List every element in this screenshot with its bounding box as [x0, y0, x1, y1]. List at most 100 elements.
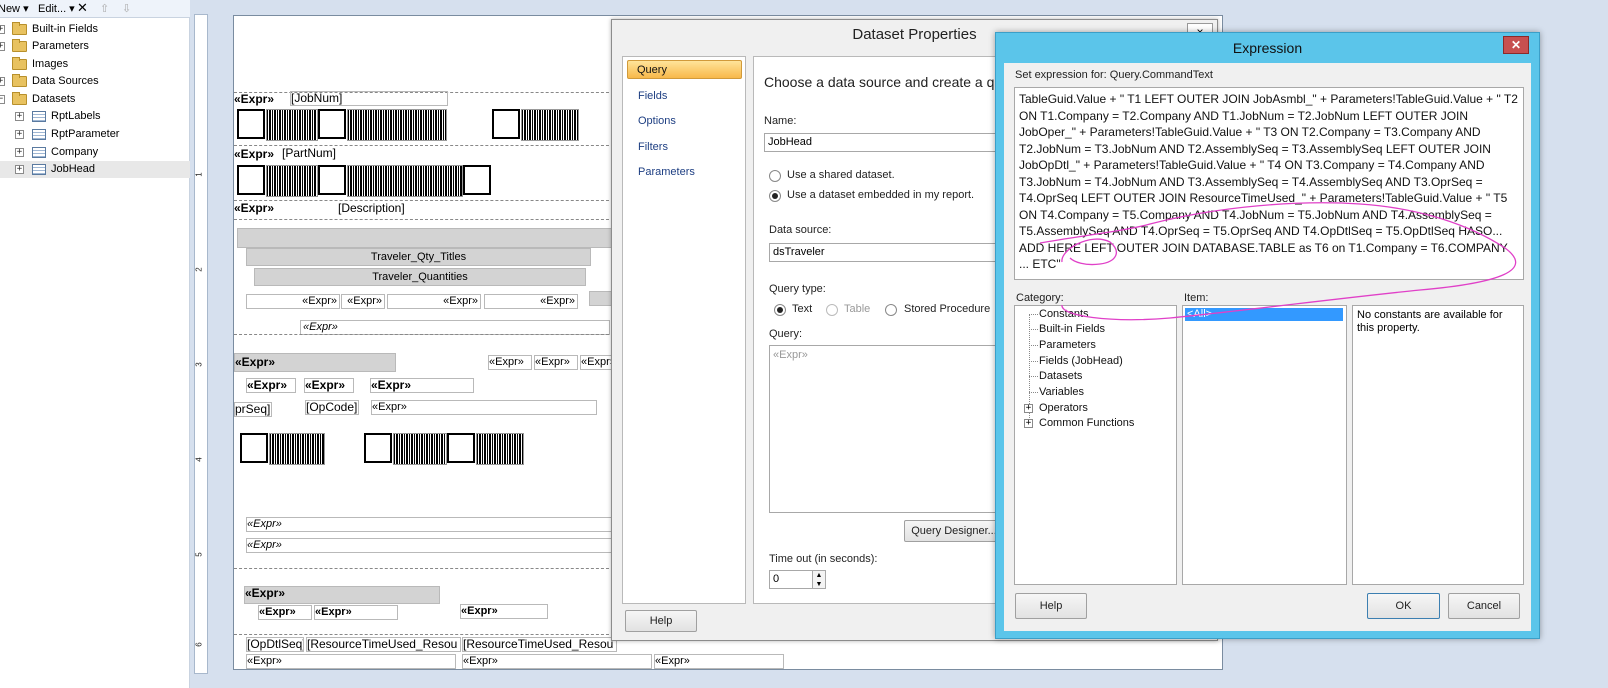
barcode-frame — [318, 165, 346, 195]
query-textbox[interactable]: «Expr» — [769, 345, 1014, 513]
tree-item-data-sources[interactable]: + Data Sources — [0, 73, 190, 90]
report-textbox[interactable]: «Expr» — [234, 202, 290, 215]
tree-item-parameters[interactable]: + Parameters — [0, 38, 190, 55]
report-textbox[interactable]: «Expr» — [371, 400, 597, 415]
report-textbox[interactable]: «Expr» — [534, 355, 578, 370]
report-textbox[interactable]: «Expr» — [300, 320, 610, 335]
item-list[interactable]: <All> — [1182, 305, 1347, 585]
spinner-arrows-icon[interactable]: ▲ ▼ — [812, 570, 826, 589]
report-textbox[interactable]: «Expr» — [488, 355, 532, 370]
tree-item-company[interactable]: + Company — [0, 144, 190, 161]
embedded-dataset-radio[interactable] — [769, 190, 781, 202]
report-textbox[interactable]: «Expr» — [246, 517, 616, 532]
close-icon[interactable]: ✕ — [1503, 36, 1529, 54]
arrow-up-icon[interactable]: ⇧ — [100, 2, 109, 15]
shared-dataset-radio[interactable] — [769, 170, 781, 182]
report-textbox[interactable]: «Expr» — [314, 605, 398, 620]
report-textbox[interactable]: «Expr» — [234, 148, 284, 161]
expand-icon[interactable]: + — [0, 25, 5, 34]
timeout-label: Time out (in seconds): — [769, 553, 878, 565]
report-textbox[interactable]: «Expr» — [246, 294, 340, 309]
expand-icon[interactable]: + — [15, 112, 24, 121]
tree-item-datasets[interactable]: − Datasets — [0, 91, 190, 108]
nav-item-options[interactable]: Options — [638, 115, 676, 127]
qty-titles-textbox[interactable]: Traveler_Qty_Titles — [246, 248, 591, 266]
category-constants[interactable]: Constants — [1039, 308, 1089, 320]
description-textbox[interactable]: [Description] — [338, 202, 578, 215]
help-button[interactable]: Help — [625, 610, 697, 632]
edit-menu-button[interactable]: Edit... ▾ — [38, 2, 75, 15]
report-textbox[interactable]: «Expr» — [234, 353, 396, 372]
opdtlseq-textbox[interactable]: [OpDtlSeq] — [246, 637, 304, 652]
report-textbox[interactable]: «Expr» — [246, 538, 616, 553]
expand-icon[interactable]: + — [15, 148, 24, 157]
expand-icon[interactable]: + — [1024, 404, 1033, 413]
report-textbox[interactable]: «Expr» — [484, 294, 578, 309]
barcode-frame — [237, 165, 265, 195]
tree-item-rptlabels[interactable]: + RptLabels — [0, 108, 190, 125]
report-textbox[interactable]: «Expr» — [246, 378, 296, 393]
quantities-textbox[interactable]: Traveler_Quantities — [254, 268, 586, 286]
ok-button[interactable]: OK — [1367, 593, 1440, 619]
query-type-text-radio[interactable] — [774, 304, 786, 316]
barcode-frame — [364, 433, 392, 463]
expand-icon[interactable]: + — [15, 130, 24, 139]
resource-textbox[interactable]: [ResourceTimeUsed_Resou — [462, 637, 617, 652]
report-textbox[interactable]: «Expr» — [370, 378, 474, 393]
barcode-frame — [447, 433, 475, 463]
report-textbox[interactable]: «Expr» — [341, 294, 385, 309]
tree-item-rptparameter[interactable]: + RptParameter — [0, 126, 190, 143]
cancel-button[interactable]: Cancel — [1448, 593, 1520, 619]
category-common-functions[interactable]: Common Functions — [1039, 417, 1134, 429]
category-operators[interactable]: Operators — [1039, 402, 1088, 414]
datasource-select[interactable]: dsTraveler — [769, 243, 1014, 262]
report-textbox[interactable]: «Expr» — [387, 294, 481, 309]
expand-icon[interactable]: + — [0, 77, 5, 86]
expression-editor[interactable]: TableGuid.Value + " T1 LEFT OUTER JOIN J… — [1014, 87, 1524, 280]
opcode-textbox[interactable]: [OpCode] — [305, 400, 359, 415]
resource-textbox[interactable]: [ResourceTimeUsed_Resou — [306, 637, 461, 652]
nav-item-query[interactable]: Query — [637, 64, 667, 76]
item-all[interactable]: <All> — [1185, 308, 1343, 321]
query-type-table-radio[interactable] — [826, 304, 838, 316]
query-type-stored-radio[interactable] — [885, 304, 897, 316]
expand-icon[interactable]: + — [15, 165, 24, 174]
category-tree[interactable]: Constants Built-in Fields Parameters Fie… — [1014, 305, 1177, 585]
nav-item-parameters[interactable]: Parameters — [638, 166, 695, 178]
expand-icon[interactable]: + — [1024, 419, 1033, 428]
tree-item-built-in-fields[interactable]: + Built-in Fields — [0, 21, 190, 38]
report-textbox[interactable]: «Expr» — [304, 378, 354, 393]
partnum-textbox[interactable]: [PartNum] — [282, 147, 492, 160]
delete-icon[interactable]: ✕ — [77, 0, 88, 16]
expand-icon[interactable]: + — [0, 42, 5, 51]
arrow-down-icon[interactable]: ⇩ — [122, 2, 131, 15]
new-menu-button[interactable]: New ▾ — [0, 2, 29, 15]
report-textbox[interactable]: «Expr» — [244, 586, 440, 604]
nav-item-fields[interactable]: Fields — [638, 90, 667, 102]
category-fields[interactable]: Fields (JobHead) — [1039, 355, 1123, 367]
report-textbox[interactable]: «Expr» — [462, 654, 652, 669]
report-textbox[interactable]: «Expr» — [580, 355, 614, 370]
timeout-spinner[interactable]: 0 — [769, 570, 814, 589]
tree-guide-line — [1029, 314, 1038, 315]
report-textbox[interactable]: «Expr» — [460, 604, 548, 619]
report-textbox[interactable]: «Expr» — [654, 654, 784, 669]
jobnum-textbox[interactable]: [JobNum] — [290, 91, 448, 106]
category-parameters[interactable]: Parameters — [1039, 339, 1096, 351]
oprseq-textbox[interactable]: prSeq] — [234, 402, 272, 417]
category-datasets[interactable]: Datasets — [1039, 370, 1082, 382]
category-variables[interactable]: Variables — [1039, 386, 1084, 398]
report-textbox[interactable]: «Expr» — [246, 654, 456, 669]
tree-item-jobhead[interactable]: + JobHead — [0, 161, 190, 178]
query-type-text-label: Text — [792, 303, 813, 315]
name-field[interactable]: JobHead — [764, 133, 1014, 152]
category-built-in-fields[interactable]: Built-in Fields — [1039, 323, 1105, 335]
report-textbox[interactable]: «Expr» — [258, 605, 312, 620]
tree-item-images[interactable]: Images — [0, 56, 190, 73]
collapse-icon[interactable]: − — [0, 95, 5, 104]
help-button[interactable]: Help — [1015, 593, 1087, 619]
report-textbox[interactable]: «Expr» — [234, 93, 290, 106]
section-divider — [234, 219, 614, 220]
query-designer-button[interactable]: Query Designer... — [904, 520, 1004, 542]
nav-item-filters[interactable]: Filters — [638, 141, 668, 153]
